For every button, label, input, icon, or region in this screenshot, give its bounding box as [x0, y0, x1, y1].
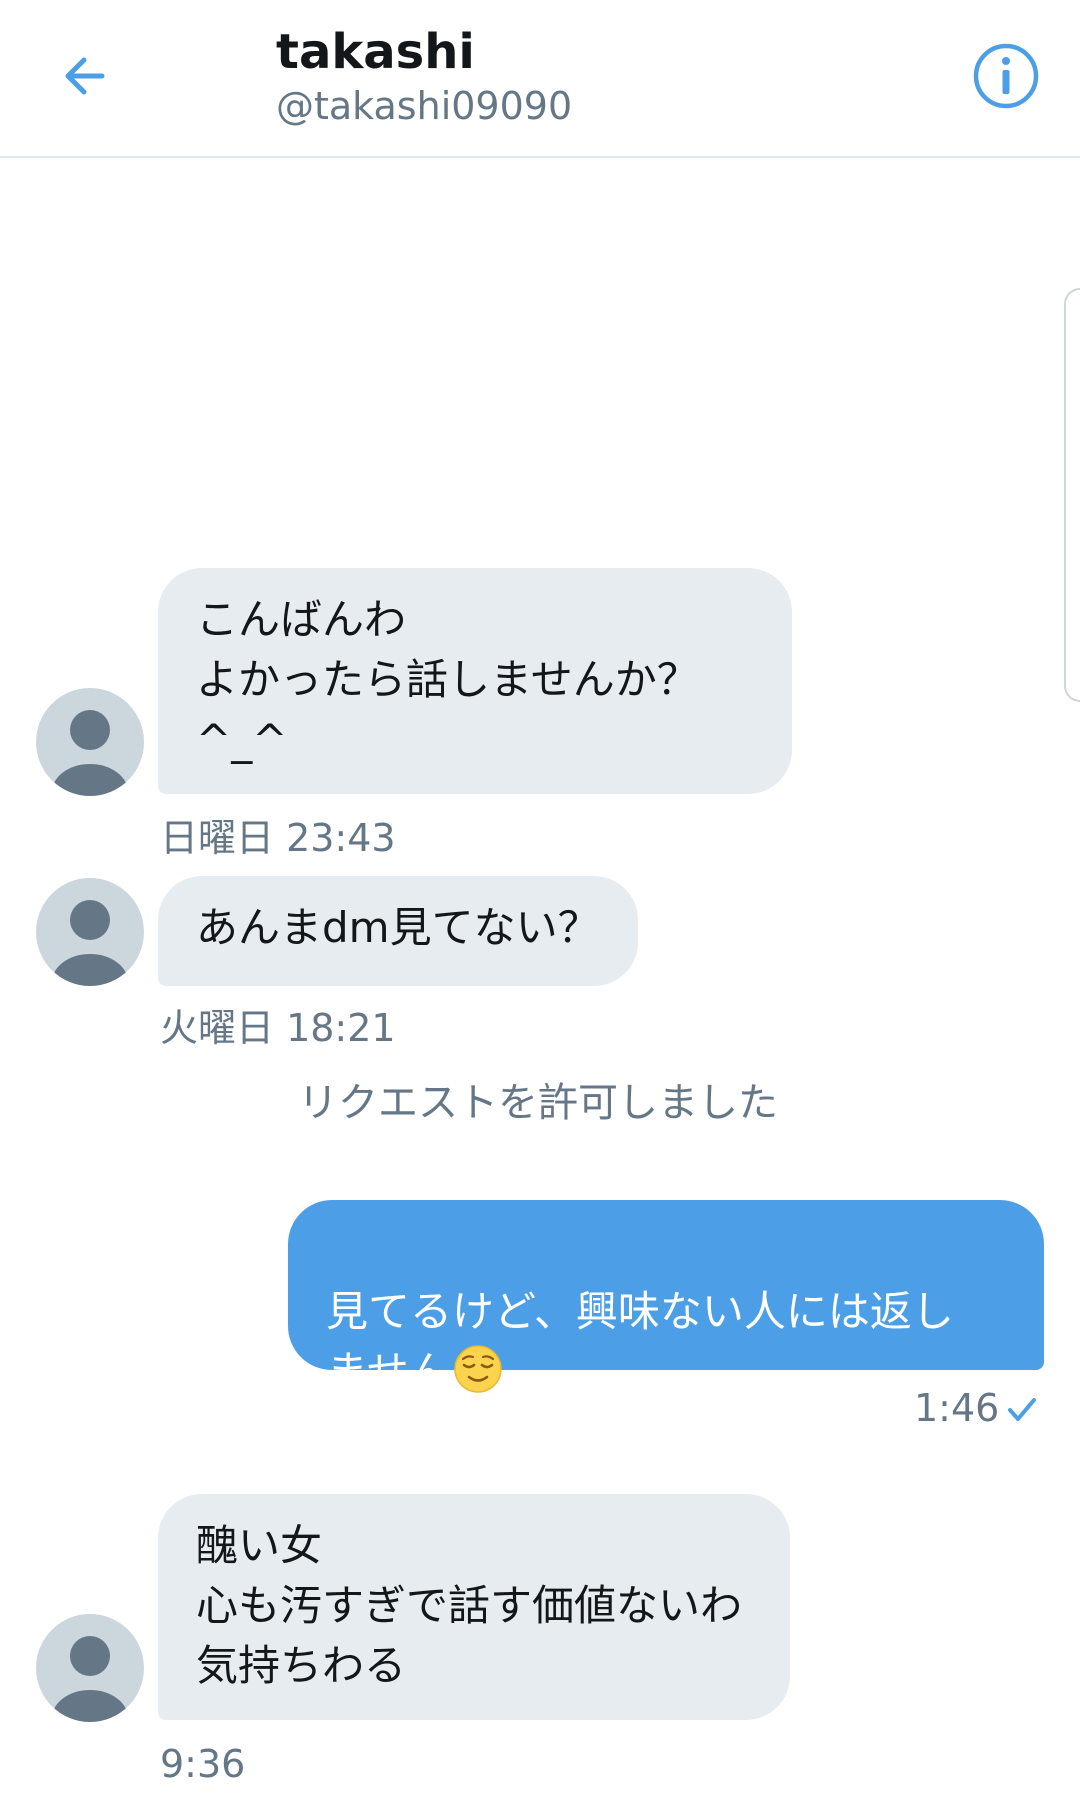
default-profile-icon: [52, 900, 128, 986]
message-bubble-incoming[interactable]: あんまdm見てない？: [158, 876, 638, 986]
info-button[interactable]: [968, 38, 1044, 114]
relieved-face-emoji: [453, 1344, 503, 1394]
message-text: 見てるけど、興味ない人には返し ません: [326, 1287, 954, 1396]
message-timestamp: 火曜日 18:21: [160, 1006, 396, 1050]
message-bubble-incoming[interactable]: こんばんわ よかったら話しませんか？ ^_^: [158, 568, 792, 794]
info-icon: [973, 43, 1039, 109]
conversation-header: takashi @takashi09090: [0, 0, 1080, 158]
dm-conversation-screen: takashi @takashi09090 こんばんわ よかったら話しませんか？…: [0, 0, 1080, 1807]
back-button[interactable]: [48, 40, 120, 112]
sender-avatar[interactable]: [36, 878, 144, 986]
message-timestamp: 1:46: [914, 1386, 1000, 1430]
sender-avatar[interactable]: [36, 688, 144, 796]
conversation-title[interactable]: takashi: [276, 22, 475, 82]
arrow-left-icon: [65, 57, 105, 95]
scroll-indicator[interactable]: [1064, 288, 1080, 702]
user-handle[interactable]: @takashi09090: [276, 82, 572, 130]
default-profile-icon: [52, 1636, 128, 1722]
check-icon: [1008, 1398, 1036, 1421]
message-bubble-incoming[interactable]: 醜い女 心も汚すぎで話す価値ないわ 気持ちわる: [158, 1494, 790, 1720]
message-bubble-outgoing[interactable]: 見てるけど、興味ない人には返し ません: [288, 1200, 1044, 1396]
sender-avatar[interactable]: [36, 1614, 144, 1722]
message-timestamp: 9:36: [160, 1742, 246, 1786]
default-profile-icon: [52, 710, 128, 796]
message-timestamp: 日曜日 23:43: [160, 816, 396, 860]
request-accepted-notice: リクエストを許可しました: [298, 1080, 778, 1126]
